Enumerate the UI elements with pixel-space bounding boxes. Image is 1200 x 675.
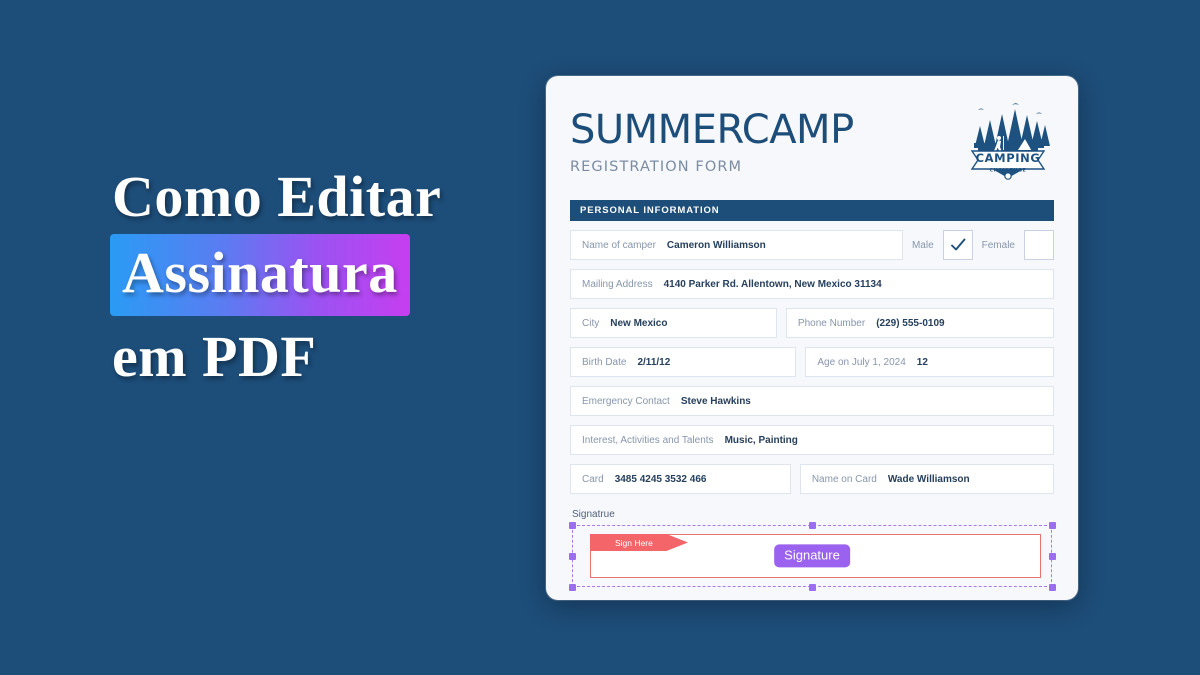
field-label-mailing-address: Mailing Address — [582, 278, 653, 290]
checkbox-female[interactable] — [1024, 230, 1054, 260]
field-city[interactable]: City New Mexico — [570, 308, 777, 338]
field-age[interactable]: Age on July 1, 2024 12 — [805, 347, 1054, 377]
field-card-number[interactable]: Card 3485 4245 3532 466 — [570, 464, 791, 494]
field-label-interests: Interest, Activities and Talents — [582, 434, 714, 446]
field-label-name-of-camper: Name of camper — [582, 239, 656, 251]
field-value-mailing-address: 4140 Parker Rd. Allentown, New Mexico 31… — [663, 278, 882, 290]
field-mailing-address[interactable]: Mailing Address 4140 Parker Rd. Allentow… — [570, 269, 1054, 299]
form-row-interests: Interest, Activities and Talents Music, … — [570, 425, 1054, 455]
resize-handle-top-center[interactable] — [808, 521, 816, 529]
signature-field-label: Signatrue — [572, 509, 615, 520]
field-value-emergency-contact: Steve Hawkins — [680, 395, 751, 407]
field-value-city: New Mexico — [610, 317, 668, 329]
svg-text:CAMPING: CAMPING — [976, 151, 1041, 165]
label-female: Female — [981, 239, 1015, 251]
resize-handle-bottom-left[interactable] — [568, 583, 576, 591]
label-male: Male — [911, 239, 934, 251]
form-row-mailing-address: Mailing Address 4140 Parker Rd. Allentow… — [570, 269, 1054, 299]
field-label-birth-date: Birth Date — [582, 356, 627, 368]
field-value-name-on-card: Wade Williamson — [887, 473, 970, 485]
field-name-of-camper[interactable]: Name of camper Cameron Williamson — [570, 230, 903, 260]
field-label-emergency-contact: Emergency Contact — [582, 395, 670, 407]
form-row-card: Card 3485 4245 3532 466 Name on Card Wad… — [570, 464, 1055, 494]
field-phone-number[interactable]: Phone Number (229) 555-0109 — [785, 308, 1055, 338]
field-value-phone-number: (229) 555-0109 — [876, 317, 945, 329]
field-label-card-number: Card — [582, 473, 604, 485]
resize-handle-middle-right[interactable] — [1048, 552, 1056, 560]
promo-line-1: Como Editar — [112, 164, 442, 229]
form-row-name-gender: Name of camper Cameron Williamson Male F… — [570, 230, 1054, 260]
resize-handle-top-right[interactable] — [1048, 521, 1056, 529]
checkmark-icon — [950, 238, 966, 251]
field-value-name-of-camper: Cameron Williamson — [666, 239, 766, 251]
field-value-age: 12 — [916, 356, 928, 368]
camping-challenge-badge-icon: CAMPING CHALLENGE — [962, 98, 1054, 180]
document-content: SUMMERCAMP REGISTRATION FORM CAMPING CHA… — [546, 76, 1078, 600]
field-name-on-card[interactable]: Name on Card Wade Williamson — [799, 464, 1055, 494]
resize-handle-bottom-right[interactable] — [1048, 583, 1056, 591]
field-label-name-on-card: Name on Card — [811, 473, 877, 485]
resize-handle-top-left[interactable] — [568, 521, 576, 529]
form-row-birthdate-age: Birth Date 2/11/12 Age on July 1, 2024 1… — [570, 347, 1054, 377]
form-row-emergency-contact: Emergency Contact Steve Hawkins — [570, 386, 1054, 416]
section-header-personal-information: PERSONAL INFORMATION — [570, 200, 1054, 221]
field-value-card-number: 3485 4245 3532 466 — [614, 473, 707, 485]
sign-here-tag-label: Sign Here — [615, 537, 653, 548]
gender-selection-group: Male Female — [912, 230, 1054, 260]
form-row-city-phone: City New Mexico Phone Number (229) 555-0… — [570, 308, 1055, 338]
section-header-label: PERSONAL INFORMATION — [580, 205, 720, 216]
document-header: SUMMERCAMP REGISTRATION FORM CAMPING CHA… — [570, 98, 1054, 190]
field-value-birth-date: 2/11/12 — [637, 356, 671, 368]
promo-heading-block: Como Editar Assinatura em PDF — [110, 168, 530, 386]
field-label-city: City — [582, 317, 600, 329]
field-birth-date[interactable]: Birth Date 2/11/12 — [570, 347, 797, 377]
promo-highlight-box: Assinatura — [110, 234, 410, 316]
field-label-phone-number: Phone Number — [797, 317, 866, 329]
pdf-document-card[interactable]: SUMMERCAMP REGISTRATION FORM CAMPING CHA… — [546, 76, 1078, 600]
checkbox-male[interactable] — [942, 230, 973, 260]
promo-highlight-text: Assinatura — [122, 240, 398, 305]
field-emergency-contact[interactable]: Emergency Contact Steve Hawkins — [570, 386, 1054, 416]
field-interests[interactable]: Interest, Activities and Talents Music, … — [570, 425, 1054, 455]
promo-line-3: em PDF — [112, 324, 317, 389]
resize-handle-bottom-center[interactable] — [808, 583, 816, 591]
resize-handle-middle-left[interactable] — [568, 552, 576, 560]
field-value-interests: Music, Painting — [724, 434, 798, 446]
signature-button[interactable]: Signature — [774, 544, 850, 568]
field-label-age: Age on July 1, 2024 — [817, 356, 906, 368]
signature-selection-frame[interactable]: Sign Here Signature — [568, 521, 1056, 591]
